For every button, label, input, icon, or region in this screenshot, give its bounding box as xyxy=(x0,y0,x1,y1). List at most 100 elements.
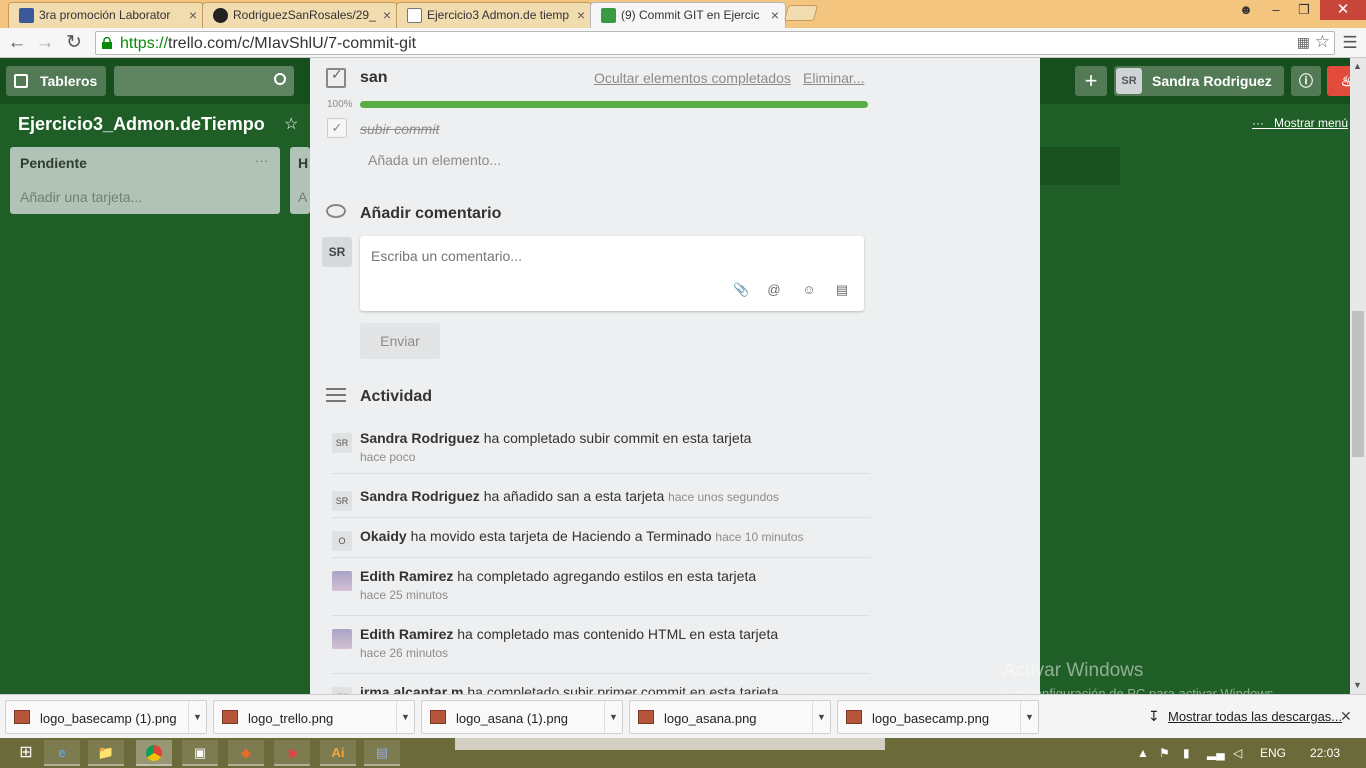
attachment-icon[interactable]: 📎 xyxy=(733,282,749,298)
close-tab-icon[interactable]: × xyxy=(771,3,779,27)
chevron-down-icon[interactable]: ▼ xyxy=(812,701,830,733)
close-icon[interactable]: ✕ xyxy=(1340,708,1352,725)
close-tab-icon[interactable]: × xyxy=(383,3,391,27)
boards-button[interactable]: Tableros xyxy=(6,66,106,96)
activity-entry: O Okaidy ha movido esta tarjeta de Hacie… xyxy=(332,528,870,558)
notepad-icon[interactable]: ▤ xyxy=(364,740,400,766)
hide-completed-link[interactable]: Ocultar elementos completados xyxy=(594,70,791,86)
profile-icon[interactable]: ☻ xyxy=(1232,0,1260,20)
horizontal-scrollbar[interactable] xyxy=(455,738,885,750)
translate-icon[interactable]: ▦ xyxy=(1297,34,1310,51)
add-card-link[interactable]: Añadir una tarjeta... xyxy=(20,189,270,205)
close-tab-icon[interactable]: × xyxy=(189,3,197,27)
avatar xyxy=(332,571,352,591)
restore-button[interactable]: ❐ xyxy=(1290,0,1318,20)
browser-tab[interactable]: 3ra promoción Laborator × xyxy=(8,2,204,28)
list-title: Pendiente xyxy=(20,155,87,171)
illustrator-icon[interactable]: Ai xyxy=(320,740,356,766)
signal-icon[interactable]: ▂▄ xyxy=(1207,746,1225,760)
forward-icon[interactable]: → xyxy=(33,31,57,55)
checklist-title[interactable]: san xyxy=(360,69,388,87)
scroll-up-icon[interactable]: ▲ xyxy=(1353,61,1362,71)
checklist-item-text[interactable]: subir commit xyxy=(360,121,439,137)
list-menu-icon[interactable]: ··· xyxy=(255,153,268,168)
download-item[interactable]: logo_asana.png ▼ xyxy=(629,700,831,734)
image-file-icon xyxy=(430,710,446,724)
info-icon[interactable]: ⓘ xyxy=(1291,66,1321,96)
browser-tab-active[interactable]: (9) Commit GIT en Ejercic × xyxy=(590,2,786,28)
minimize-button[interactable]: – xyxy=(1262,0,1290,20)
checklist-item-checkbox[interactable]: ✓ xyxy=(327,118,347,138)
tray-expand-icon[interactable]: ▲ xyxy=(1137,746,1149,760)
checklist-percent: 100% xyxy=(327,99,353,110)
page-scrollbar[interactable]: ▲ ▼ xyxy=(1350,58,1366,694)
user-menu-button[interactable]: SR Sandra Rodriguez xyxy=(1114,66,1284,96)
chevron-down-icon[interactable]: ▼ xyxy=(396,701,414,733)
activity-user[interactable]: Edith Ramirez xyxy=(360,626,453,642)
app-icon[interactable]: ▣ xyxy=(182,740,218,766)
activity-time[interactable]: hace 25 minutos xyxy=(360,588,448,602)
activity-time[interactable]: hace poco xyxy=(360,450,415,464)
windows-start-icon[interactable]: ⊞ xyxy=(8,740,44,766)
activity-user[interactable]: Edith Ramirez xyxy=(360,568,453,584)
activity-time[interactable]: hace unos segundos xyxy=(668,490,779,504)
window-close-button[interactable]: ✕ xyxy=(1320,0,1366,20)
new-tab-button[interactable] xyxy=(783,5,819,21)
show-menu-link[interactable]: ··· Mostrar menú xyxy=(1252,116,1348,130)
add-button[interactable]: + xyxy=(1075,66,1107,96)
download-item[interactable]: logo_trello.png ▼ xyxy=(213,700,415,734)
close-tab-icon[interactable]: × xyxy=(577,3,585,27)
show-all-downloads-link[interactable]: ↧ Mostrar todas las descargas... xyxy=(1148,708,1342,724)
list-h[interactable]: H A xyxy=(290,147,310,214)
back-icon[interactable]: ← xyxy=(5,31,29,55)
star-icon[interactable]: ☆ xyxy=(284,114,298,134)
scrollbar-thumb[interactable] xyxy=(1352,311,1364,457)
activity-time[interactable]: hace 10 minutos xyxy=(715,530,803,544)
activity-entry: SR Sandra Rodriguez ha añadido san a est… xyxy=(332,488,870,518)
reload-icon[interactable]: ↻ xyxy=(62,31,86,55)
add-checklist-item[interactable]: Añada un elemento... xyxy=(368,152,501,168)
download-filename: logo_basecamp (1).png xyxy=(40,711,177,726)
chevron-down-icon[interactable]: ▼ xyxy=(1020,701,1038,733)
list-pendiente[interactable]: Pendiente ··· Añadir una tarjeta... xyxy=(10,147,280,214)
activity-user[interactable]: Sandra Rodriguez xyxy=(360,430,480,446)
file-explorer-icon[interactable]: 📁 xyxy=(88,740,124,766)
flag-icon[interactable]: ⚑ xyxy=(1159,746,1170,760)
activity-action: ha completado mas contenido HTML en esta… xyxy=(457,626,779,642)
comment-input[interactable] xyxy=(360,236,864,276)
menu-icon[interactable]: ☰ xyxy=(1338,31,1362,55)
chrome-icon[interactable] xyxy=(136,740,172,766)
board-title[interactable]: Ejercicio3_Admon.deTiempo xyxy=(18,114,265,135)
browser-tab[interactable]: RodriguezSanRosales/29_ × xyxy=(202,2,398,28)
header-search-input[interactable] xyxy=(114,66,294,96)
download-item[interactable]: logo_asana (1).png ▼ xyxy=(421,700,623,734)
comment-section-title: Añadir comentario xyxy=(360,205,502,222)
download-item[interactable]: logo_basecamp.png ▼ xyxy=(837,700,1039,734)
browser-tab[interactable]: Ejercicio3 Admon.de tiemp × xyxy=(396,2,592,28)
send-button[interactable]: Enviar xyxy=(360,323,440,359)
download-item[interactable]: logo_basecamp (1).png ▼ xyxy=(5,700,207,734)
volume-icon[interactable]: ◁ xyxy=(1233,746,1242,760)
git-icon[interactable]: ◆ xyxy=(228,740,264,766)
emoji-icon[interactable]: ☺ xyxy=(801,282,817,298)
avatar: SR xyxy=(332,433,352,453)
card-icon[interactable]: ▤ xyxy=(834,282,850,298)
activity-time[interactable]: hace 26 minutos xyxy=(360,646,448,660)
boards-label: Tableros xyxy=(40,73,98,89)
delete-checklist-link[interactable]: Eliminar... xyxy=(803,70,864,86)
internet-explorer-icon[interactable]: e xyxy=(44,740,80,766)
clock[interactable]: 22:03 xyxy=(1310,746,1340,760)
chevron-down-icon[interactable]: ▼ xyxy=(604,701,622,733)
activity-user[interactable]: irma alcantar m xyxy=(360,684,464,694)
scroll-down-icon[interactable]: ▼ xyxy=(1353,680,1362,690)
bookmark-star-icon[interactable]: ☆ xyxy=(1315,32,1330,52)
mention-icon[interactable]: @ xyxy=(766,282,782,298)
language-indicator[interactable]: ENG xyxy=(1260,746,1286,760)
creative-cloud-icon[interactable]: ◉ xyxy=(274,740,310,766)
activity-user[interactable]: Okaidy xyxy=(360,528,407,544)
address-bar[interactable]: https://trello.com/c/MIavShlU/7-commit-g… xyxy=(95,31,1335,55)
activity-user[interactable]: Sandra Rodriguez xyxy=(360,488,480,504)
add-card-link[interactable]: A xyxy=(298,189,307,205)
chevron-down-icon[interactable]: ▼ xyxy=(188,701,206,733)
battery-icon[interactable]: ▮ xyxy=(1183,746,1190,760)
